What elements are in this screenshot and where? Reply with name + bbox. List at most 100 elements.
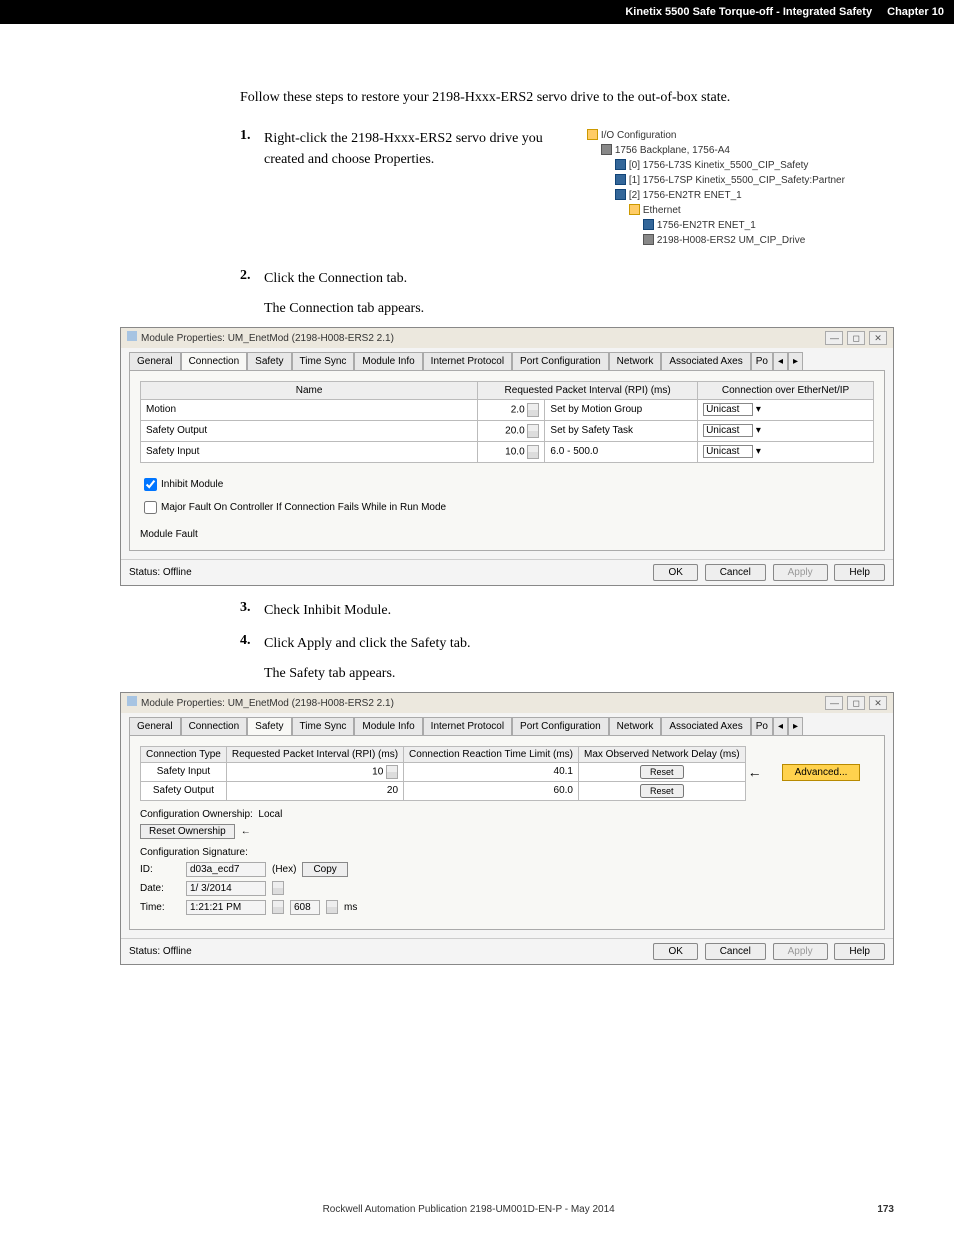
cell-name: Safety Output bbox=[141, 420, 478, 441]
cell: Safety Input bbox=[141, 762, 227, 781]
conn-select[interactable]: Unicast bbox=[703, 424, 753, 437]
cell-name: Safety Input bbox=[141, 441, 478, 462]
step-4-text: Click Apply and click the Safety tab. bbox=[264, 633, 884, 654]
help-button[interactable]: Help bbox=[834, 943, 885, 960]
tab-internet-protocol[interactable]: Internet Protocol bbox=[423, 717, 512, 735]
tree-backplane[interactable]: 1756 Backplane, 1756-A4 bbox=[615, 145, 730, 156]
cell-rpi[interactable]: 20.0 bbox=[505, 425, 524, 436]
close-button[interactable]: ✕ bbox=[869, 696, 887, 710]
dialog-icon bbox=[127, 331, 137, 341]
tab-associated-axes[interactable]: Associated Axes bbox=[661, 352, 750, 370]
cancel-button[interactable]: Cancel bbox=[705, 564, 766, 581]
table-row: Safety Output 20 60.0 Reset bbox=[141, 781, 746, 800]
advanced-button[interactable]: Advanced... bbox=[782, 764, 861, 781]
time-field[interactable] bbox=[186, 900, 266, 915]
maximize-button[interactable]: ◻ bbox=[847, 696, 865, 710]
cell[interactable]: 10 bbox=[372, 766, 383, 777]
cell-note: Set by Motion Group bbox=[545, 399, 698, 420]
apply-button[interactable]: Apply bbox=[773, 943, 828, 960]
maximize-button[interactable]: ◻ bbox=[847, 331, 865, 345]
time-ms-field[interactable] bbox=[290, 900, 320, 915]
spinner-icon[interactable] bbox=[527, 424, 539, 438]
help-button[interactable]: Help bbox=[834, 564, 885, 581]
ok-button[interactable]: OK bbox=[653, 943, 697, 960]
apply-button[interactable]: Apply bbox=[773, 564, 828, 581]
inhibit-module-checkbox[interactable] bbox=[144, 478, 157, 491]
conn-select[interactable]: Unicast bbox=[703, 445, 753, 458]
cell-note: Set by Safety Task bbox=[545, 420, 698, 441]
step-4-num: 4. bbox=[240, 633, 264, 649]
dialog1-tabs: General Connection Safety Time Sync Modu… bbox=[129, 352, 885, 370]
cancel-button[interactable]: Cancel bbox=[705, 943, 766, 960]
tree-ethernet[interactable]: Ethernet bbox=[643, 205, 681, 216]
reset-button[interactable]: Reset bbox=[640, 784, 684, 798]
cell: 20 bbox=[226, 781, 403, 800]
major-fault-checkbox[interactable] bbox=[144, 501, 157, 514]
tree-root[interactable]: I/O Configuration bbox=[601, 130, 677, 141]
cell-rpi[interactable]: 2.0 bbox=[511, 404, 525, 415]
hex-label: (Hex) bbox=[272, 864, 296, 875]
tree-eth-2[interactable]: 2198-H008-ERS2 UM_CIP_Drive bbox=[657, 235, 805, 246]
tab-safety[interactable]: Safety bbox=[247, 717, 291, 735]
step-1-num: 1. bbox=[240, 128, 264, 144]
cell-rpi[interactable]: 10.0 bbox=[505, 446, 524, 457]
tab-module-info[interactable]: Module Info bbox=[354, 717, 422, 735]
safety-table: Connection Type Requested Packet Interva… bbox=[140, 746, 746, 801]
connection-table: Name Requested Packet Interval (RPI) (ms… bbox=[140, 381, 874, 463]
tab-network[interactable]: Network bbox=[609, 352, 662, 370]
arrow-icon: ← bbox=[241, 826, 251, 837]
conn-select[interactable]: Unicast bbox=[703, 403, 753, 416]
tab-connection[interactable]: Connection bbox=[181, 717, 248, 735]
tab-scroll-right[interactable]: ▸ bbox=[788, 352, 803, 370]
dialog2-tabs: General Connection Safety Time Sync Modu… bbox=[129, 717, 885, 735]
spinner-icon[interactable] bbox=[527, 445, 539, 459]
intro-text: Follow these steps to restore your 2198-… bbox=[240, 88, 884, 108]
th-crtl: Connection Reaction Time Limit (ms) bbox=[404, 746, 579, 762]
tab-scroll-left[interactable]: ◂ bbox=[773, 717, 788, 735]
tree-eth-1[interactable]: 1756-EN2TR ENET_1 bbox=[657, 220, 756, 231]
spinner-icon[interactable] bbox=[272, 900, 284, 914]
date-field[interactable] bbox=[186, 881, 266, 896]
ok-button[interactable]: OK bbox=[653, 564, 697, 581]
spinner-icon[interactable] bbox=[386, 765, 398, 779]
page-number: 173 bbox=[877, 1204, 894, 1215]
th-name: Name bbox=[141, 381, 478, 399]
minimize-button[interactable]: — bbox=[825, 331, 843, 345]
th-conn: Connection over EtherNet/IP bbox=[698, 381, 874, 399]
spinner-icon[interactable] bbox=[527, 403, 539, 417]
page-header: Kinetix 5500 Safe Torque-off - Integrate… bbox=[0, 0, 954, 24]
tab-port-configuration[interactable]: Port Configuration bbox=[512, 352, 609, 370]
copy-button[interactable]: Copy bbox=[302, 862, 347, 877]
tab-module-info[interactable]: Module Info bbox=[354, 352, 422, 370]
tree-node-1[interactable]: [1] 1756-L7SP Kinetix_5500_CIP_Safety:Pa… bbox=[629, 175, 845, 186]
minimize-button[interactable]: — bbox=[825, 696, 843, 710]
calendar-icon[interactable] bbox=[272, 881, 284, 895]
tab-overflow[interactable]: Po bbox=[751, 717, 773, 735]
reset-button[interactable]: Reset bbox=[640, 765, 684, 779]
tab-associated-axes[interactable]: Associated Axes bbox=[661, 717, 750, 735]
tab-time-sync[interactable]: Time Sync bbox=[292, 352, 355, 370]
close-button[interactable]: ✕ bbox=[869, 331, 887, 345]
spinner-icon[interactable] bbox=[326, 900, 338, 914]
time-label: Time: bbox=[140, 902, 180, 913]
tab-overflow[interactable]: Po bbox=[751, 352, 773, 370]
id-field[interactable] bbox=[186, 862, 266, 877]
tab-general[interactable]: General bbox=[129, 352, 181, 370]
tab-connection[interactable]: Connection bbox=[181, 352, 248, 370]
tab-safety[interactable]: Safety bbox=[247, 352, 291, 370]
arrow-icon: ← bbox=[748, 764, 762, 780]
tab-port-configuration[interactable]: Port Configuration bbox=[512, 717, 609, 735]
tab-time-sync[interactable]: Time Sync bbox=[292, 717, 355, 735]
tab-scroll-right[interactable]: ▸ bbox=[788, 717, 803, 735]
tab-network[interactable]: Network bbox=[609, 717, 662, 735]
tab-scroll-left[interactable]: ◂ bbox=[773, 352, 788, 370]
tab-internet-protocol[interactable]: Internet Protocol bbox=[423, 352, 512, 370]
tab-general[interactable]: General bbox=[129, 717, 181, 735]
tree-node-0[interactable]: [0] 1756-L73S Kinetix_5500_CIP_Safety bbox=[629, 160, 809, 171]
th-max-delay: Max Observed Network Delay (ms) bbox=[579, 746, 746, 762]
ownership-value: Local bbox=[258, 809, 282, 820]
reset-ownership-button[interactable]: Reset Ownership bbox=[140, 824, 235, 839]
step-4-sub: The Safety tab appears. bbox=[264, 666, 884, 682]
th-rpi: Requested Packet Interval (RPI) (ms) bbox=[226, 746, 403, 762]
tree-node-2[interactable]: [2] 1756-EN2TR ENET_1 bbox=[629, 190, 742, 201]
